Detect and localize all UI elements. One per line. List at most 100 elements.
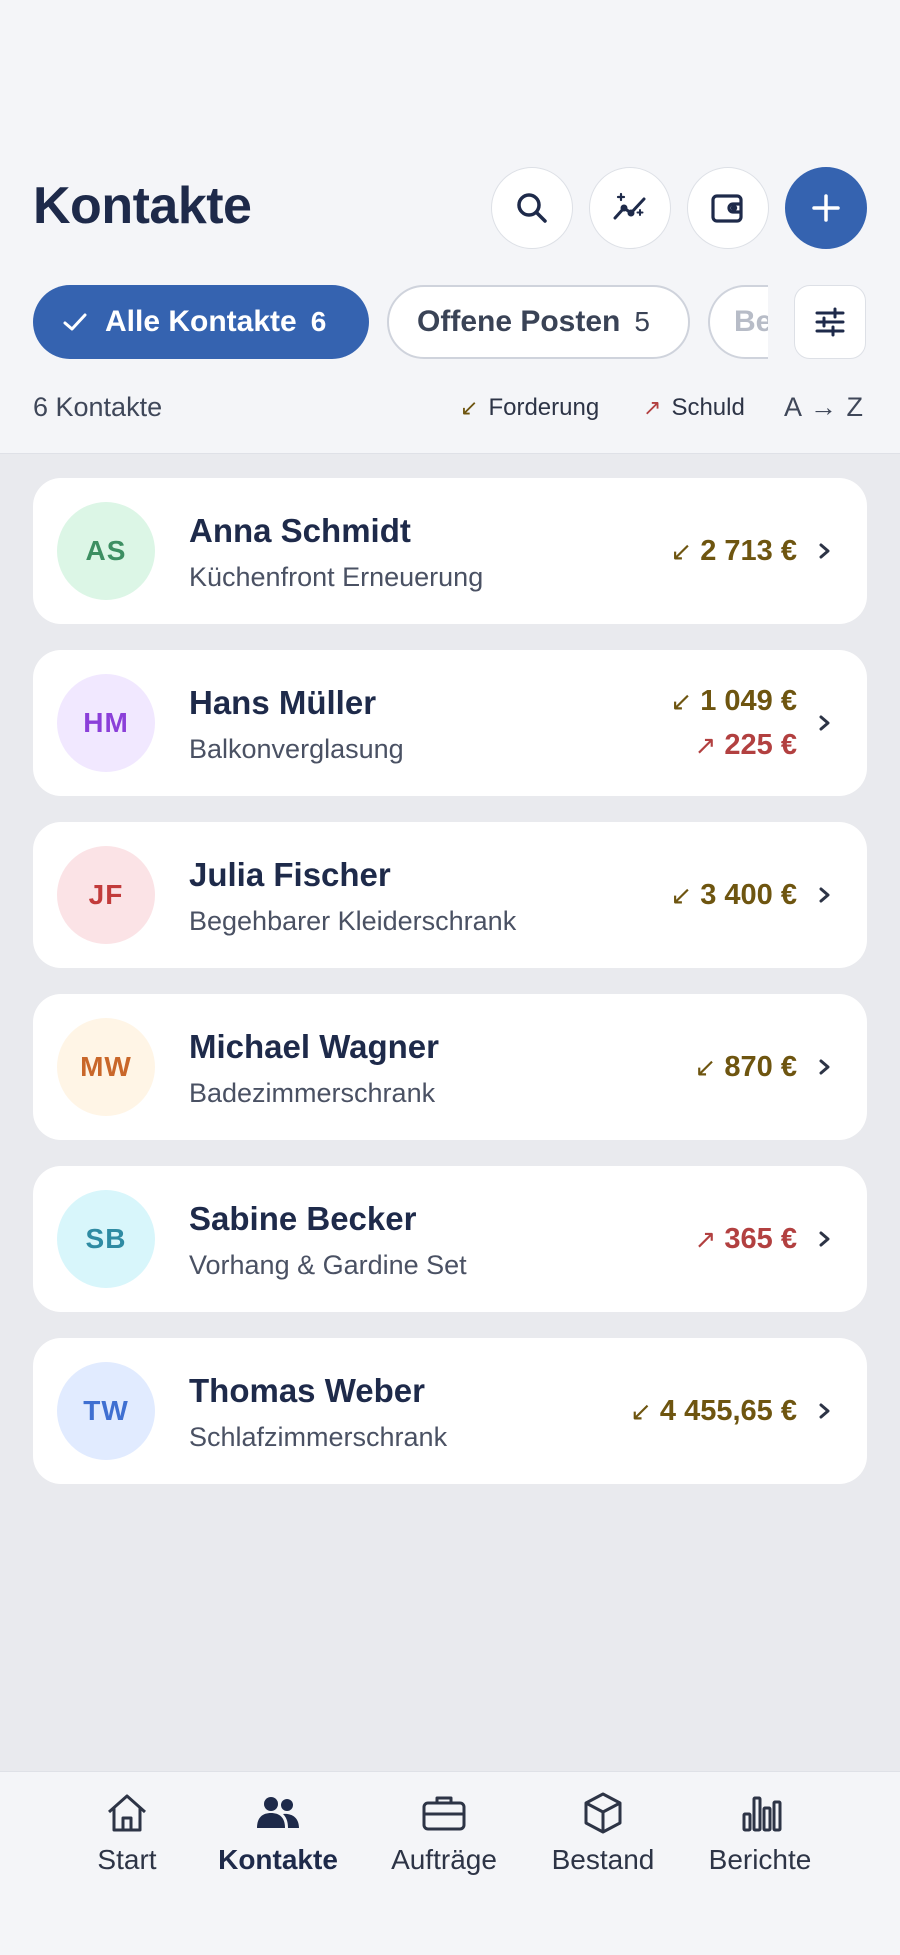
- arrow-up-right-icon: ↗: [694, 1224, 717, 1254]
- sliders-icon: [815, 307, 845, 337]
- contact-project: Begehbarer Kleiderschrank: [189, 906, 517, 936]
- contact-list: AS Anna Schmidt Küchenfront Erneuerung ↙ 2 7…: [33, 478, 867, 1510]
- amount-value: 365 €: [724, 1223, 797, 1255]
- plus-icon: [812, 194, 840, 222]
- amount-schuld: ↗ 365 €: [695, 1217, 797, 1261]
- contact-card[interactable]: MW Michael Wagner Badezimmerschrank ↙ 870 €: [33, 994, 867, 1140]
- page-title: Kontakte: [33, 177, 252, 235]
- filter-settings-button[interactable]: [794, 285, 866, 359]
- chevron-right-icon: [819, 1059, 830, 1075]
- arrow-down-left-icon: ↙: [670, 880, 693, 910]
- contact-project: Balkonverglasung: [189, 734, 404, 764]
- box-icon: [584, 1792, 622, 1834]
- nav-kontakte[interactable]: Kontakte: [198, 1788, 358, 1876]
- home-icon: [108, 1794, 146, 1832]
- contact-name: Anna Schmidt: [189, 512, 411, 549]
- people-icon: [257, 1797, 299, 1828]
- amount-schuld: ↗ 225 €: [695, 723, 797, 767]
- contact-name: Julia Fischer: [189, 856, 391, 893]
- contact-count: 6 Kontakte: [33, 392, 163, 422]
- balance-amounts: ↙ 3 400 €: [670, 822, 797, 968]
- avatar: MW: [57, 1018, 155, 1116]
- nav-label: Berichte: [708, 1844, 812, 1875]
- contact-name: Michael Wagner: [189, 1028, 439, 1065]
- nav-auftraege[interactable]: Aufträge: [364, 1788, 524, 1876]
- contact-name: Sabine Becker: [189, 1200, 417, 1237]
- contact-card[interactable]: HM Hans Müller Balkonverglasung ↙ 1 049 € ↗ 22…: [33, 650, 867, 796]
- amount-value: 3 400 €: [700, 879, 797, 911]
- amount-value: 4 455,65 €: [659, 1395, 797, 1427]
- contact-project: Küchenfront Erneuerung: [189, 562, 484, 592]
- amount-forderung: ↙ 3 400 €: [670, 873, 797, 917]
- arrow-down-left-icon: ↙: [694, 1052, 717, 1082]
- add-contact-button[interactable]: [785, 167, 867, 249]
- amount-value: 2 713 €: [700, 535, 797, 567]
- insights-button[interactable]: [589, 167, 671, 249]
- arrow-down-left-icon: ↙: [630, 1396, 652, 1426]
- contact-card[interactable]: TW Thomas Weber Schlafzimmerschrank ↙ 4 455,…: [33, 1338, 867, 1484]
- chevron-right-icon: [819, 1403, 830, 1419]
- amount-value: 1 049 €: [700, 685, 797, 717]
- chevron-right-icon: [819, 715, 830, 731]
- amount-forderung: ↙ 1 049 €: [670, 679, 797, 723]
- filter-chip-count: 5: [634, 306, 650, 337]
- filter-chip-offene-posten[interactable]: Offene Posten 5: [387, 285, 690, 359]
- wallet-icon: [711, 194, 743, 223]
- contact-card[interactable]: JF Julia Fischer Begehbarer Kleiderschrank…: [33, 822, 867, 968]
- header: Kontakte Alle Kontakte 6 Offene Posten 5…: [0, 0, 900, 454]
- contact-name: Thomas Weber: [189, 1372, 425, 1409]
- nav-label: Bestand: [551, 1844, 655, 1875]
- bottom-nav: Start Kontakte Aufträge Bestand Berichte: [0, 1771, 900, 1955]
- amount-value: 225 €: [724, 729, 797, 761]
- briefcase-icon: [422, 1796, 466, 1831]
- contacts-screen: Kontakte Alle Kontakte 6 Offene Posten 5…: [0, 0, 900, 1955]
- amount-value: 870 €: [724, 1051, 797, 1083]
- sort-toggle[interactable]: A → Z: [784, 392, 864, 423]
- search-button[interactable]: [491, 167, 573, 249]
- nav-bestand[interactable]: Bestand: [523, 1788, 683, 1876]
- avatar: TW: [57, 1362, 155, 1460]
- wallet-button[interactable]: [687, 167, 769, 249]
- nav-label: Kontakte: [218, 1844, 338, 1875]
- balance-amounts: ↙ 4 455,65 €: [630, 1338, 797, 1484]
- avatar: SB: [57, 1190, 155, 1288]
- filter-chip-label: Alle Kontakte: [105, 305, 297, 338]
- avatar: AS: [57, 502, 155, 600]
- balance-amounts: ↙ 1 049 € ↗ 225 €: [670, 650, 797, 796]
- arrow-down-left-icon: ↙: [670, 686, 693, 716]
- filter-chip-label: Be: [734, 305, 768, 338]
- amount-forderung: ↙ 2 713 €: [670, 529, 797, 573]
- nav-start[interactable]: Start: [47, 1788, 207, 1876]
- contact-card[interactable]: SB Sabine Becker Vorhang & Gardine Set ↗ 365…: [33, 1166, 867, 1312]
- contact-project: Badezimmerschrank: [189, 1078, 436, 1108]
- contact-project: Vorhang & Gardine Set: [189, 1250, 467, 1280]
- legend-schuld: ↗ Schuld: [643, 394, 745, 422]
- contact-project: Schlafzimmerschrank: [189, 1422, 448, 1452]
- balance-amounts: ↙ 2 713 €: [670, 478, 797, 624]
- legend-forderung: ↙ Forderung: [460, 394, 599, 422]
- bar-chart-icon: [742, 1796, 782, 1832]
- filter-chip-partial[interactable]: Be: [708, 285, 768, 359]
- search-icon: [517, 193, 547, 223]
- filter-chip-alle-kontakte[interactable]: Alle Kontakte 6: [33, 285, 369, 359]
- contact-card[interactable]: AS Anna Schmidt Küchenfront Erneuerung ↙ 2 7…: [33, 478, 867, 624]
- nav-berichte[interactable]: Berichte: [680, 1788, 840, 1876]
- balance-amounts: ↙ 870 €: [695, 994, 797, 1140]
- nav-label: Aufträge: [391, 1844, 497, 1875]
- balance-amounts: ↗ 365 €: [695, 1166, 797, 1312]
- arrow-down-left-icon: ↙: [460, 395, 479, 420]
- nav-label: Start: [97, 1844, 157, 1875]
- avatar: JF: [57, 846, 155, 944]
- amount-forderung: ↙ 4 455,65 €: [630, 1389, 797, 1433]
- sparkle-trend-icon: [613, 192, 646, 220]
- chevron-right-icon: [819, 1231, 830, 1247]
- check-icon: [63, 313, 87, 331]
- amount-forderung: ↙ 870 €: [695, 1045, 797, 1089]
- arrow-up-right-icon: ↗: [643, 395, 662, 420]
- arrow-up-right-icon: ↗: [694, 730, 717, 760]
- filter-chips: Alle Kontakte 6 Offene Posten 5 Be: [0, 285, 900, 361]
- legend-label: Forderung: [488, 394, 600, 421]
- avatar: HM: [57, 674, 155, 772]
- legend-label: Schuld: [671, 394, 745, 421]
- filter-chip-label: Offene Posten: [417, 305, 621, 338]
